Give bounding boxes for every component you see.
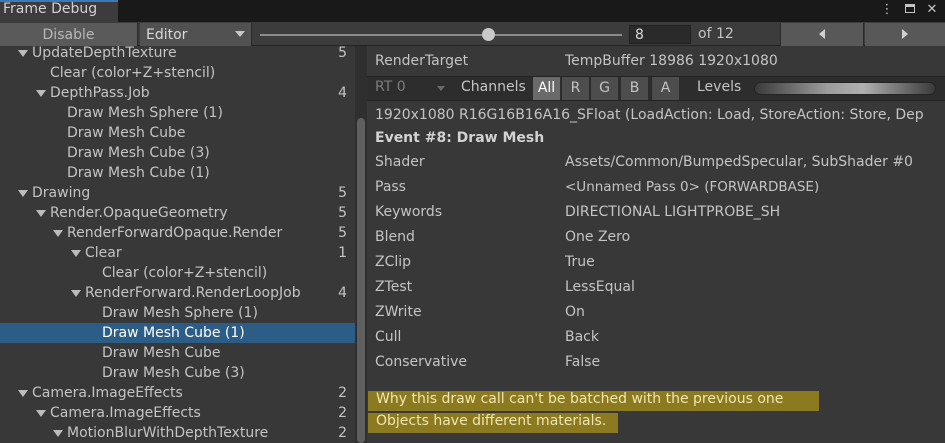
tree-row[interactable]: UpdateDepthTexture 5	[0, 46, 355, 63]
tree-row[interactable]: Render.OpaqueGeometry 5	[0, 203, 355, 223]
levels-slider[interactable]	[754, 82, 936, 95]
tree-row[interactable]: Clear (color+Z+stencil)	[0, 263, 355, 283]
channel-all-button[interactable]: All	[532, 77, 560, 100]
previous-event-button[interactable]	[780, 23, 864, 46]
expand-arrow-icon[interactable]	[53, 430, 63, 437]
tree-row-selected[interactable]: Draw Mesh Cube (1)	[0, 323, 355, 343]
tree-row[interactable]: RenderForwardOpaque.Render 5	[0, 223, 355, 243]
event-total-label: of 12	[698, 26, 734, 42]
expand-arrow-icon[interactable]	[71, 290, 81, 297]
zclip-label: ZClip	[375, 254, 412, 270]
cull-label: Cull	[375, 329, 402, 345]
expand-arrow-icon[interactable]	[36, 410, 46, 417]
tree-row[interactable]: Camera.ImageEffects 2	[0, 403, 355, 423]
chevron-down-icon	[437, 86, 445, 91]
conservative-value: False	[565, 354, 601, 370]
levels-label: Levels	[697, 79, 742, 95]
tree-row[interactable]: Camera.ImageEffects 2	[0, 383, 355, 403]
tree-row[interactable]: RenderForward.RenderLoopJob 4	[0, 283, 355, 303]
ztest-label: ZTest	[375, 279, 413, 295]
tree-scrollbar-thumb[interactable]	[357, 118, 365, 443]
conservative-label: Conservative	[375, 354, 468, 370]
triangle-left-icon	[819, 29, 825, 39]
tree-row[interactable]: Draw Mesh Cube (1)	[0, 163, 355, 183]
zclip-value: True	[565, 254, 595, 270]
event-slider-track[interactable]	[260, 34, 622, 36]
render-target-label: RenderTarget	[375, 53, 469, 69]
rt-dropdown[interactable]: RT 0	[375, 79, 406, 95]
ztest-value: LessEqual	[565, 279, 635, 295]
tree-row[interactable]: Drawing 5	[0, 183, 355, 203]
tree-row[interactable]: MotionBlurWithDepthTexture 2	[0, 423, 355, 443]
kebab-icon[interactable]: ⋮	[879, 2, 895, 18]
tree-row[interactable]: Draw Mesh Cube (3)	[0, 143, 355, 163]
event-slider-thumb[interactable]	[482, 28, 495, 41]
expand-arrow-icon[interactable]	[36, 210, 46, 217]
blend-value: One Zero	[565, 229, 631, 245]
event-details-panel	[367, 46, 945, 443]
tree-row[interactable]: Clear 1	[0, 243, 355, 263]
tree-row[interactable]: Draw Mesh Sphere (1)	[0, 103, 355, 123]
tree-row[interactable]: Draw Mesh Cube	[0, 123, 355, 143]
window-title-bar	[0, 0, 945, 22]
tab-title: Frame Debug	[3, 1, 98, 17]
keywords-label: Keywords	[375, 204, 443, 220]
batch-title: Why this draw call can't be batched with…	[376, 391, 784, 407]
expand-arrow-icon[interactable]	[18, 50, 28, 57]
triangle-right-icon	[902, 29, 908, 39]
maximize-icon[interactable]	[902, 2, 918, 18]
channel-r-button[interactable]: R	[561, 77, 589, 100]
batch-reason: Objects have different materials.	[376, 413, 607, 429]
tree-row[interactable]: Draw Mesh Cube	[0, 343, 355, 363]
disable-button[interactable]: Disable	[0, 23, 138, 46]
tree-row[interactable]: Draw Mesh Cube (3)	[0, 363, 355, 383]
blend-label: Blend	[375, 229, 415, 245]
close-icon[interactable]: ✕	[924, 2, 940, 18]
zwrite-label: ZWrite	[375, 304, 422, 320]
tree-row[interactable]: DepthPass.Job 4	[0, 83, 355, 103]
pass-label: Pass	[375, 179, 406, 195]
expand-arrow-icon[interactable]	[18, 190, 28, 197]
cull-value: Back	[565, 329, 599, 345]
render-target-dropdown[interactable]: TempBuffer 18986 1920x1080	[565, 53, 778, 69]
channel-b-button[interactable]: B	[620, 77, 648, 100]
channel-a-button[interactable]: A	[651, 77, 679, 100]
shader-value[interactable]: Assets/Common/BumpedSpecular, SubShader …	[565, 154, 913, 170]
expand-arrow-icon[interactable]	[18, 390, 28, 397]
expand-arrow-icon[interactable]	[36, 90, 46, 97]
target-dropdown-label: Editor	[146, 27, 188, 43]
event-title: Event #8: Draw Mesh	[375, 130, 545, 146]
chevron-down-icon	[235, 31, 245, 37]
tree-row[interactable]: Clear (color+Z+stencil)	[0, 63, 355, 83]
next-event-button[interactable]	[865, 23, 945, 46]
zwrite-value: On	[565, 304, 585, 320]
keywords-value: DIRECTIONAL LIGHTPROBE_SH	[565, 204, 781, 220]
channel-g-button[interactable]: G	[590, 77, 618, 100]
shader-label: Shader	[375, 154, 425, 170]
expand-arrow-icon[interactable]	[71, 250, 81, 257]
event-number-field[interactable]: 8	[629, 25, 691, 44]
channels-label: Channels	[461, 79, 526, 95]
expand-arrow-icon[interactable]	[53, 230, 63, 237]
pass-value: <Unnamed Pass 0> (FORWARDBASE)	[565, 179, 820, 195]
event-tree: UpdateDepthTexture 5 Clear (color+Z+sten…	[0, 46, 355, 443]
target-dropdown[interactable]: Editor	[140, 23, 252, 46]
tree-row[interactable]: Draw Mesh Sphere (1)	[0, 303, 355, 323]
render-target-format: 1920x1080 R16G16B16A16_SFloat (LoadActio…	[375, 107, 924, 123]
